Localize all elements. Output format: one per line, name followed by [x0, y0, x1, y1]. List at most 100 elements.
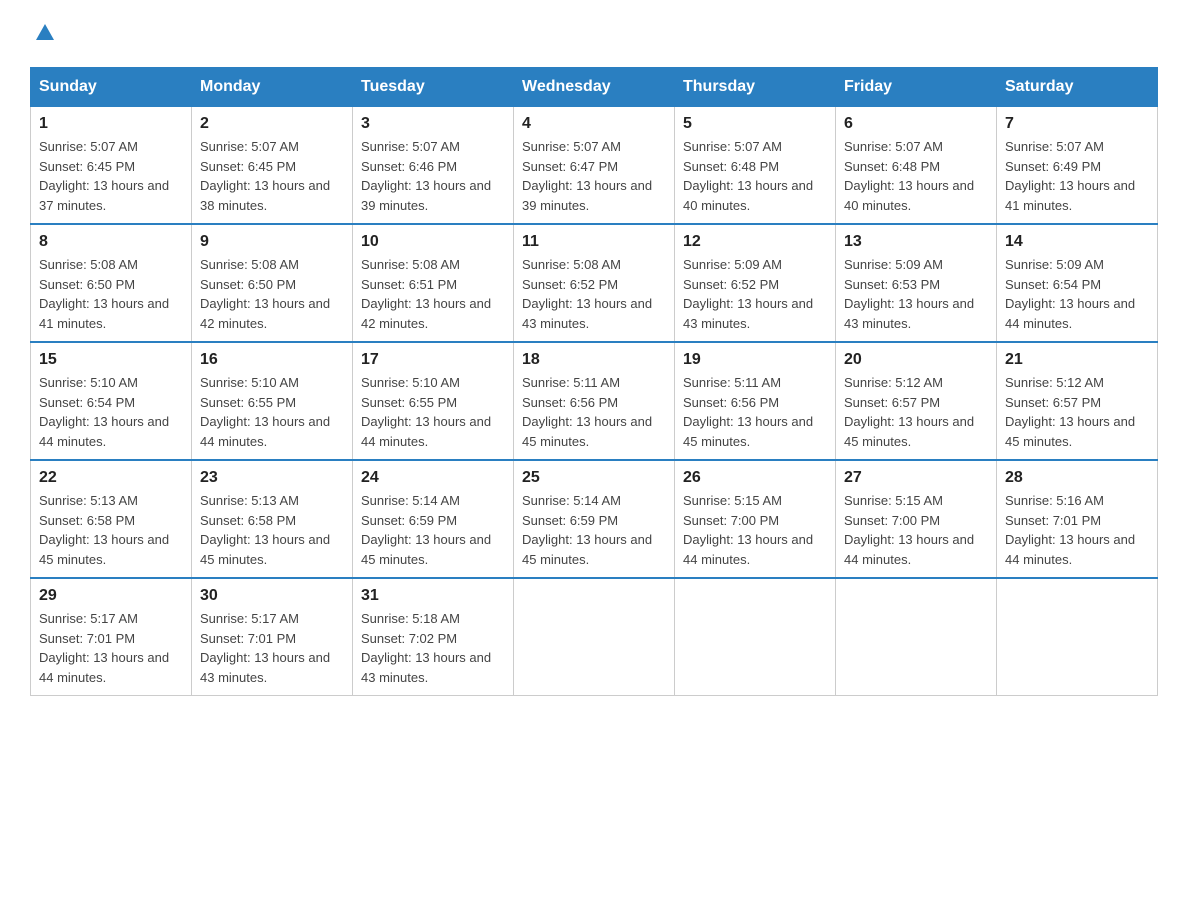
day-number: 26 [683, 469, 827, 487]
calendar-cell [836, 578, 997, 696]
day-info: Sunrise: 5:09 AMSunset: 6:54 PMDaylight:… [1005, 255, 1149, 333]
calendar-cell: 15Sunrise: 5:10 AMSunset: 6:54 PMDayligh… [31, 342, 192, 460]
day-info: Sunrise: 5:08 AMSunset: 6:50 PMDaylight:… [200, 255, 344, 333]
day-info: Sunrise: 5:07 AMSunset: 6:47 PMDaylight:… [522, 137, 666, 215]
day-info: Sunrise: 5:18 AMSunset: 7:02 PMDaylight:… [361, 609, 505, 687]
calendar-cell: 9 Sunrise: 5:08 AMSunset: 6:50 PMDaylight… [192, 224, 353, 342]
calendar-cell: 28 Sunrise: 5:16 AMSunset: 7:01 PMDayligh… [997, 460, 1158, 578]
calendar-cell: 6 Sunrise: 5:07 AMSunset: 6:48 PMDaylight… [836, 107, 997, 225]
calendar-week-row: 1 Sunrise: 5:07 AMSunset: 6:45 PMDaylight… [31, 107, 1158, 225]
logo-icon [34, 20, 56, 51]
col-header-thursday: Thursday [675, 68, 836, 107]
day-number: 24 [361, 469, 505, 487]
calendar-cell: 27 Sunrise: 5:15 AMSunset: 7:00 PMDayligh… [836, 460, 997, 578]
calendar-cell: 11Sunrise: 5:08 AMSunset: 6:52 PMDayligh… [514, 224, 675, 342]
calendar-cell [997, 578, 1158, 696]
calendar-cell: 23 Sunrise: 5:13 AMSunset: 6:58 PMDayligh… [192, 460, 353, 578]
day-number: 16 [200, 351, 344, 369]
calendar-cell: 18Sunrise: 5:11 AMSunset: 6:56 PMDayligh… [514, 342, 675, 460]
logo [30, 20, 58, 47]
calendar-cell: 5 Sunrise: 5:07 AMSunset: 6:48 PMDaylight… [675, 107, 836, 225]
calendar-table: SundayMondayTuesdayWednesdayThursdayFrid… [30, 67, 1158, 696]
day-number: 8 [39, 233, 183, 251]
calendar-cell: 4 Sunrise: 5:07 AMSunset: 6:47 PMDaylight… [514, 107, 675, 225]
calendar-cell: 29 Sunrise: 5:17 AMSunset: 7:01 PMDayligh… [31, 578, 192, 696]
calendar-cell: 14 Sunrise: 5:09 AMSunset: 6:54 PMDayligh… [997, 224, 1158, 342]
day-info: Sunrise: 5:09 AMSunset: 6:53 PMDaylight:… [844, 255, 988, 333]
day-info: Sunrise: 5:14 AMSunset: 6:59 PMDaylight:… [361, 491, 505, 569]
day-info: Sunrise: 5:08 AMSunset: 6:50 PMDaylight:… [39, 255, 183, 333]
day-number: 28 [1005, 469, 1149, 487]
day-number: 4 [522, 115, 666, 133]
day-info: Sunrise: 5:10 AMSunset: 6:55 PMDaylight:… [200, 373, 344, 451]
day-number: 5 [683, 115, 827, 133]
day-info: Sunrise: 5:14 AMSunset: 6:59 PMDaylight:… [522, 491, 666, 569]
col-header-monday: Monday [192, 68, 353, 107]
page-header [30, 20, 1158, 47]
day-number: 29 [39, 587, 183, 605]
day-number: 22 [39, 469, 183, 487]
day-info: Sunrise: 5:07 AMSunset: 6:49 PMDaylight:… [1005, 137, 1149, 215]
calendar-cell: 31 Sunrise: 5:18 AMSunset: 7:02 PMDayligh… [353, 578, 514, 696]
calendar-cell: 10Sunrise: 5:08 AMSunset: 6:51 PMDayligh… [353, 224, 514, 342]
calendar-cell: 20Sunrise: 5:12 AMSunset: 6:57 PMDayligh… [836, 342, 997, 460]
day-number: 6 [844, 115, 988, 133]
day-info: Sunrise: 5:10 AMSunset: 6:55 PMDaylight:… [361, 373, 505, 451]
day-number: 11 [522, 233, 666, 251]
day-info: Sunrise: 5:11 AMSunset: 6:56 PMDaylight:… [522, 373, 666, 451]
day-info: Sunrise: 5:16 AMSunset: 7:01 PMDaylight:… [1005, 491, 1149, 569]
day-info: Sunrise: 5:17 AMSunset: 7:01 PMDaylight:… [200, 609, 344, 687]
day-number: 25 [522, 469, 666, 487]
day-number: 19 [683, 351, 827, 369]
day-info: Sunrise: 5:07 AMSunset: 6:45 PMDaylight:… [200, 137, 344, 215]
calendar-cell: 22 Sunrise: 5:13 AMSunset: 6:58 PMDayligh… [31, 460, 192, 578]
day-number: 21 [1005, 351, 1149, 369]
day-info: Sunrise: 5:13 AMSunset: 6:58 PMDaylight:… [39, 491, 183, 569]
calendar-cell [514, 578, 675, 696]
day-number: 9 [200, 233, 344, 251]
calendar-cell: 21Sunrise: 5:12 AMSunset: 6:57 PMDayligh… [997, 342, 1158, 460]
calendar-cell: 24 Sunrise: 5:14 AMSunset: 6:59 PMDayligh… [353, 460, 514, 578]
day-number: 27 [844, 469, 988, 487]
day-info: Sunrise: 5:17 AMSunset: 7:01 PMDaylight:… [39, 609, 183, 687]
day-number: 1 [39, 115, 183, 133]
calendar-cell: 19 Sunrise: 5:11 AMSunset: 6:56 PMDayligh… [675, 342, 836, 460]
calendar-cell: 2 Sunrise: 5:07 AMSunset: 6:45 PMDaylight… [192, 107, 353, 225]
calendar-cell: 16 Sunrise: 5:10 AMSunset: 6:55 PMDayligh… [192, 342, 353, 460]
day-number: 14 [1005, 233, 1149, 251]
calendar-cell: 25 Sunrise: 5:14 AMSunset: 6:59 PMDayligh… [514, 460, 675, 578]
day-number: 13 [844, 233, 988, 251]
day-number: 2 [200, 115, 344, 133]
calendar-cell: 12Sunrise: 5:09 AMSunset: 6:52 PMDayligh… [675, 224, 836, 342]
day-info: Sunrise: 5:15 AMSunset: 7:00 PMDaylight:… [844, 491, 988, 569]
calendar-cell: 8 Sunrise: 5:08 AMSunset: 6:50 PMDaylight… [31, 224, 192, 342]
calendar-cell: 30 Sunrise: 5:17 AMSunset: 7:01 PMDayligh… [192, 578, 353, 696]
day-info: Sunrise: 5:07 AMSunset: 6:48 PMDaylight:… [683, 137, 827, 215]
day-number: 15 [39, 351, 183, 369]
col-header-sunday: Sunday [31, 68, 192, 107]
day-info: Sunrise: 5:15 AMSunset: 7:00 PMDaylight:… [683, 491, 827, 569]
calendar-cell: 17 Sunrise: 5:10 AMSunset: 6:55 PMDayligh… [353, 342, 514, 460]
calendar-cell: 26 Sunrise: 5:15 AMSunset: 7:00 PMDayligh… [675, 460, 836, 578]
calendar-cell: 13 Sunrise: 5:09 AMSunset: 6:53 PMDayligh… [836, 224, 997, 342]
calendar-cell [675, 578, 836, 696]
day-number: 12 [683, 233, 827, 251]
calendar-cell: 1 Sunrise: 5:07 AMSunset: 6:45 PMDaylight… [31, 107, 192, 225]
calendar-week-row: 29 Sunrise: 5:17 AMSunset: 7:01 PMDayligh… [31, 578, 1158, 696]
calendar-cell: 3 Sunrise: 5:07 AMSunset: 6:46 PMDaylight… [353, 107, 514, 225]
day-info: Sunrise: 5:07 AMSunset: 6:48 PMDaylight:… [844, 137, 988, 215]
calendar-week-row: 15Sunrise: 5:10 AMSunset: 6:54 PMDayligh… [31, 342, 1158, 460]
day-info: Sunrise: 5:11 AMSunset: 6:56 PMDaylight:… [683, 373, 827, 451]
day-info: Sunrise: 5:07 AMSunset: 6:45 PMDaylight:… [39, 137, 183, 215]
day-number: 3 [361, 115, 505, 133]
day-info: Sunrise: 5:13 AMSunset: 6:58 PMDaylight:… [200, 491, 344, 569]
col-header-friday: Friday [836, 68, 997, 107]
day-number: 17 [361, 351, 505, 369]
day-number: 30 [200, 587, 344, 605]
calendar-week-row: 22 Sunrise: 5:13 AMSunset: 6:58 PMDayligh… [31, 460, 1158, 578]
col-header-tuesday: Tuesday [353, 68, 514, 107]
calendar-week-row: 8 Sunrise: 5:08 AMSunset: 6:50 PMDaylight… [31, 224, 1158, 342]
day-number: 23 [200, 469, 344, 487]
day-info: Sunrise: 5:07 AMSunset: 6:46 PMDaylight:… [361, 137, 505, 215]
day-number: 31 [361, 587, 505, 605]
